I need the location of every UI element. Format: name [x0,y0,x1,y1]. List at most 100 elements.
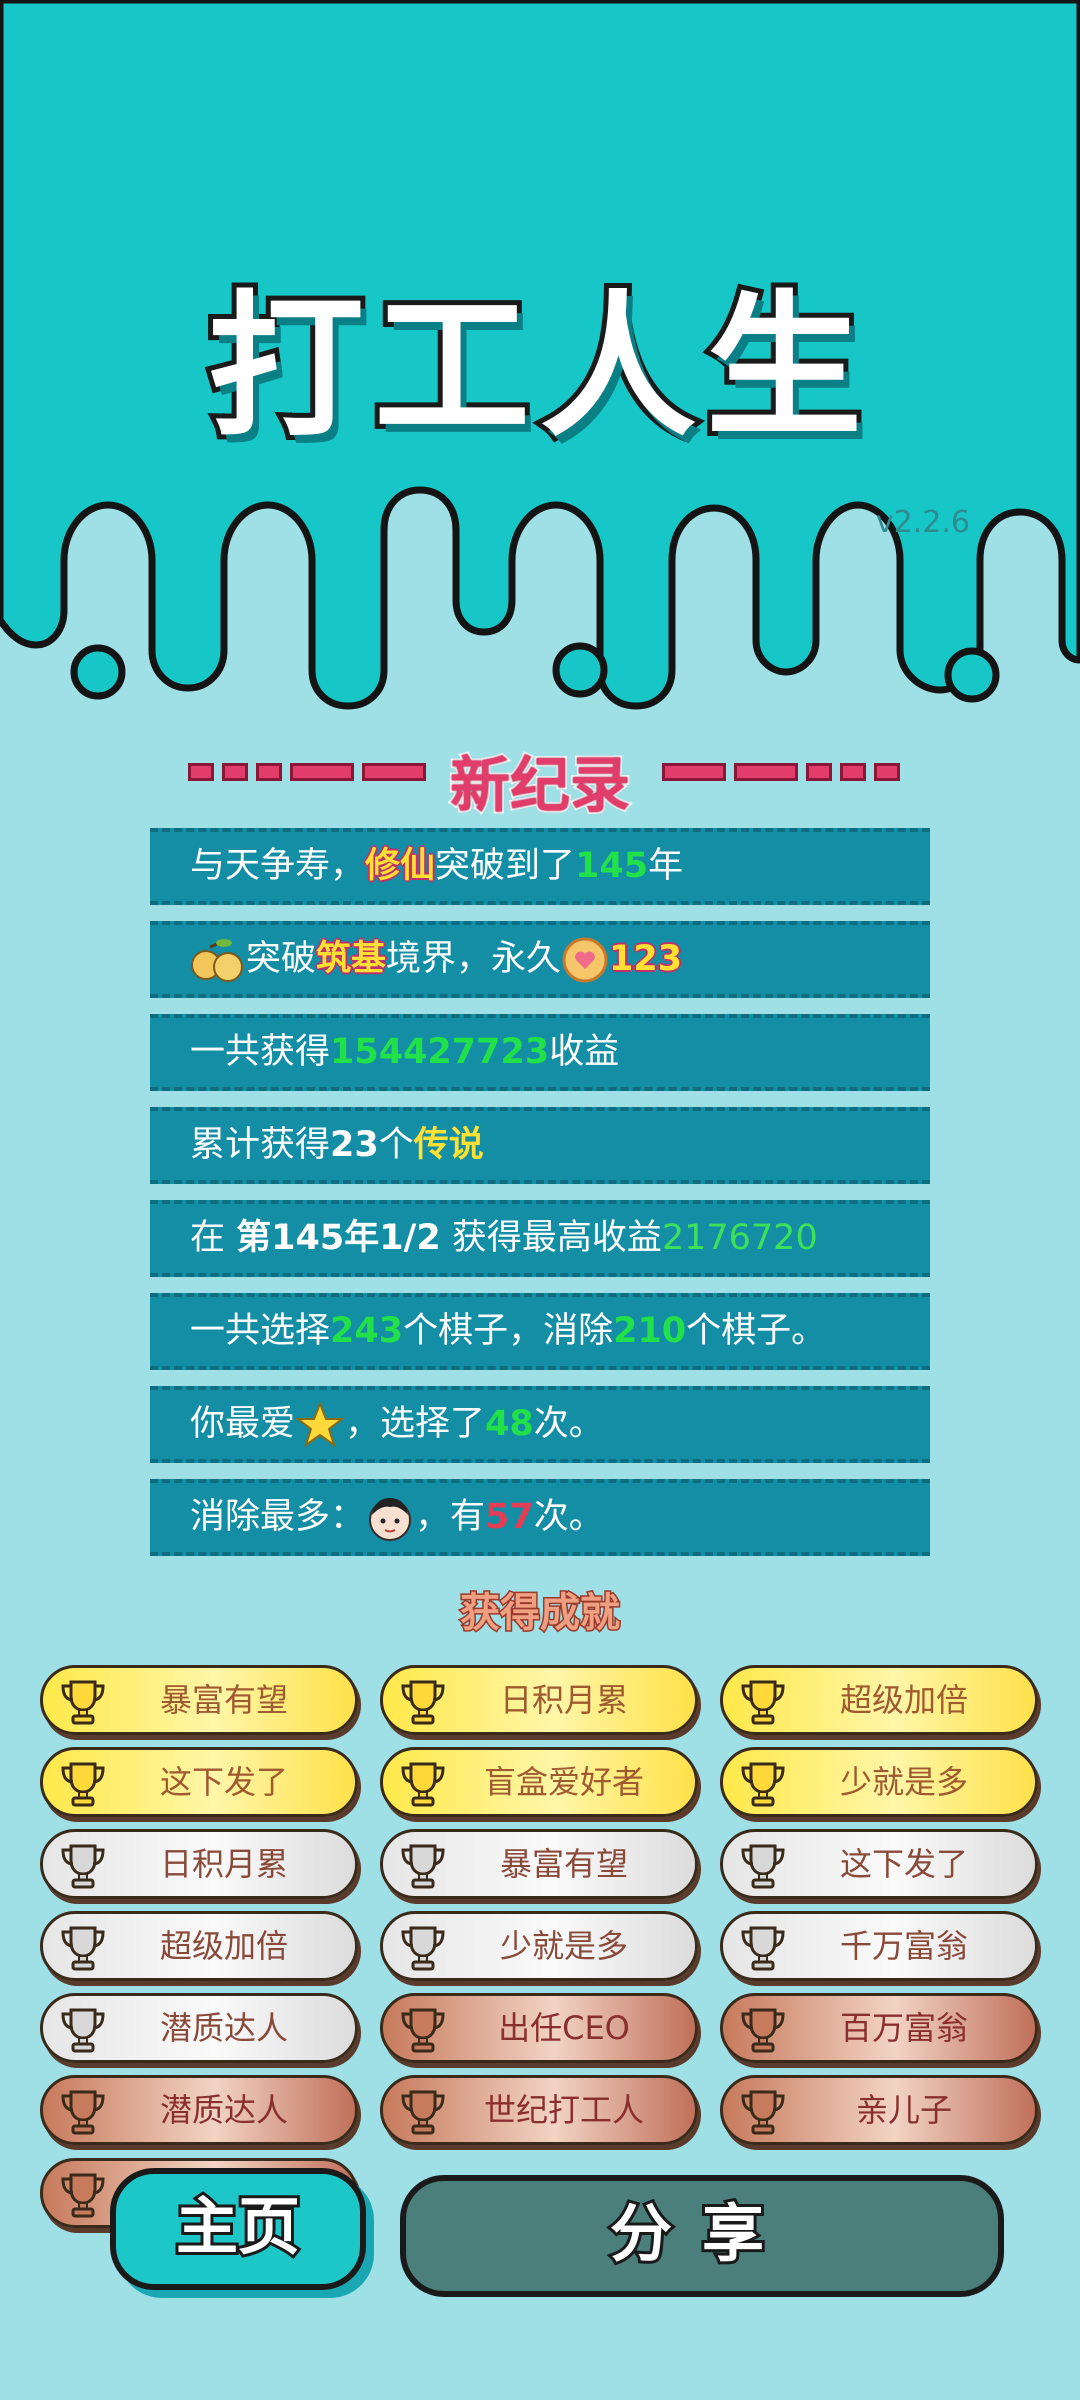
record-text: 个 [378,1125,414,1165]
achievement-label: 超级加倍 [159,1927,288,1965]
achievement-label: 盲盒爱好者 [483,1763,644,1801]
trophy-icon [61,2173,105,2218]
record-row-favorite: 你最爱 ，选择了48次。 [150,1386,930,1463]
record-value: 154427723 [330,1032,550,1072]
new-record-header: 新纪录 [0,735,1080,823]
achievements-title: 获得成就 [459,1589,622,1638]
record-highlight: 筑基 [316,939,387,979]
record-row-pieces: 一共选择243个棋子，消除210个棋子。 [150,1293,930,1370]
achievement-label: 这下发了 [159,1763,288,1801]
achievement-label: 这下发了 [839,1845,968,1883]
peach-fruit-icon [191,939,243,982]
trophy-icon [61,1680,105,1725]
trophy-icon [401,2090,445,2135]
record-text: 境界，永久 [386,939,562,979]
achievement-label: 少就是多 [499,1927,628,1965]
trophy-icon [61,1926,105,1971]
home-button[interactable]: 主页 [110,2168,366,2290]
trophy-icon [61,2008,105,2053]
record-value: 2176720 [661,1218,818,1258]
record-row-max-income: 在 第145年1/2 获得最高收益2176720 [150,1200,930,1277]
record-text: 突破 [246,939,317,979]
trophy-icon [741,2090,785,2135]
version-label: v2.2.6 [875,505,970,540]
achievement-badge: 少就是多 [380,1911,698,1981]
achievement-badge: 日积月累 [380,1665,698,1735]
achievement-badge: 这下发了 [40,1747,358,1817]
achievement-badge: 潜质达人 [40,2075,358,2145]
record-value: 23 [330,1125,379,1165]
achievement-label: 世纪打工人 [483,2091,644,2129]
dash-decoration-right [662,763,908,785]
record-text: 与天争寿， [190,846,366,886]
achievement-label: 潜质达人 [159,2009,288,2047]
record-row-realm: 突破筑基境界，永久 123 [150,921,930,998]
achievement-badge: 这下发了 [720,1829,1038,1899]
trophy-icon [741,1844,785,1889]
achievement-badge: 暴富有望 [380,1829,698,1899]
achievement-badge: 超级加倍 [40,1911,358,1981]
heart-coin-icon [562,937,608,983]
achievement-label: 潜质达人 [159,2091,288,2129]
share-button[interactable]: 分享 [400,2175,1004,2297]
achievement-label: 百万富翁 [839,2009,968,2047]
achievement-badge: 百万富翁 [720,1993,1038,2063]
record-text: 一共获得 [190,1032,331,1072]
trophy-icon [741,1762,785,1807]
achievement-label: 少就是多 [839,1763,968,1801]
new-record-title: 新纪录 [448,749,632,823]
record-text: 在 [190,1218,237,1258]
record-value: 123 [609,939,683,979]
trophy-icon [401,1762,445,1807]
record-row-legends: 累计获得23个传说 [150,1107,930,1184]
achievement-badge: 少就是多 [720,1747,1038,1817]
achievement-badge: 出任CEO [380,1993,698,2063]
trophy-icon [741,1680,785,1725]
achievement-label: 暴富有望 [499,1845,628,1883]
achievement-label: 出任CEO [498,2009,630,2047]
record-text: 你最爱 [190,1404,296,1444]
record-value: 57 [485,1497,534,1537]
trophy-icon [741,2008,785,2053]
record-text: 累计获得 [190,1125,331,1165]
record-row-lifespan: 与天争寿，修仙突破到了145年 [150,828,930,905]
record-value: 243 [330,1311,404,1351]
achievement-label: 暴富有望 [159,1681,288,1719]
trophy-icon [401,1926,445,1971]
record-text: 年 [648,846,684,886]
record-row-most-removed: 消除最多： ，有57次。 [150,1479,930,1556]
achievement-badge: 盲盒爱好者 [380,1747,698,1817]
achievement-label: 日积月累 [159,1845,288,1883]
face-avatar-icon [369,1498,412,1541]
record-value: 48 [485,1404,534,1444]
trophy-icon [61,2090,105,2135]
record-row-total-income: 一共获得154427723收益 [150,1014,930,1091]
record-value: 210 [613,1311,687,1351]
star-icon [295,1401,345,1448]
achievement-label: 超级加倍 [839,1681,968,1719]
record-text: 获得最高收益 [440,1218,662,1258]
record-text: ，选择了 [345,1404,486,1444]
record-highlight: 第145年1/2 [236,1218,441,1258]
record-text: 突破到了 [435,846,576,886]
achievement-badge: 亲儿子 [720,2075,1038,2145]
achievement-badge: 千万富翁 [720,1911,1038,1981]
record-text: 消除最多： [190,1497,366,1537]
achievement-badge: 超级加倍 [720,1665,1038,1735]
record-text: 次。 [533,1497,604,1537]
achievement-label: 千万富翁 [839,1927,968,1965]
achievement-badge: 暴富有望 [40,1665,358,1735]
record-text: 收益 [549,1032,620,1072]
achievement-badge: 潜质达人 [40,1993,358,2063]
record-text: ，有 [415,1497,486,1537]
achievement-badge: 世纪打工人 [380,2075,698,2145]
record-value: 145 [575,846,649,886]
trophy-icon [401,2008,445,2053]
record-highlight: 修仙 [365,846,436,886]
achievement-label: 日积月累 [499,1681,628,1719]
trophy-icon [61,1762,105,1807]
trophy-icon [741,1926,785,1971]
app-title: 打工人生 [203,271,872,463]
achievement-badge: 日积月累 [40,1829,358,1899]
trophy-icon [61,1844,105,1889]
